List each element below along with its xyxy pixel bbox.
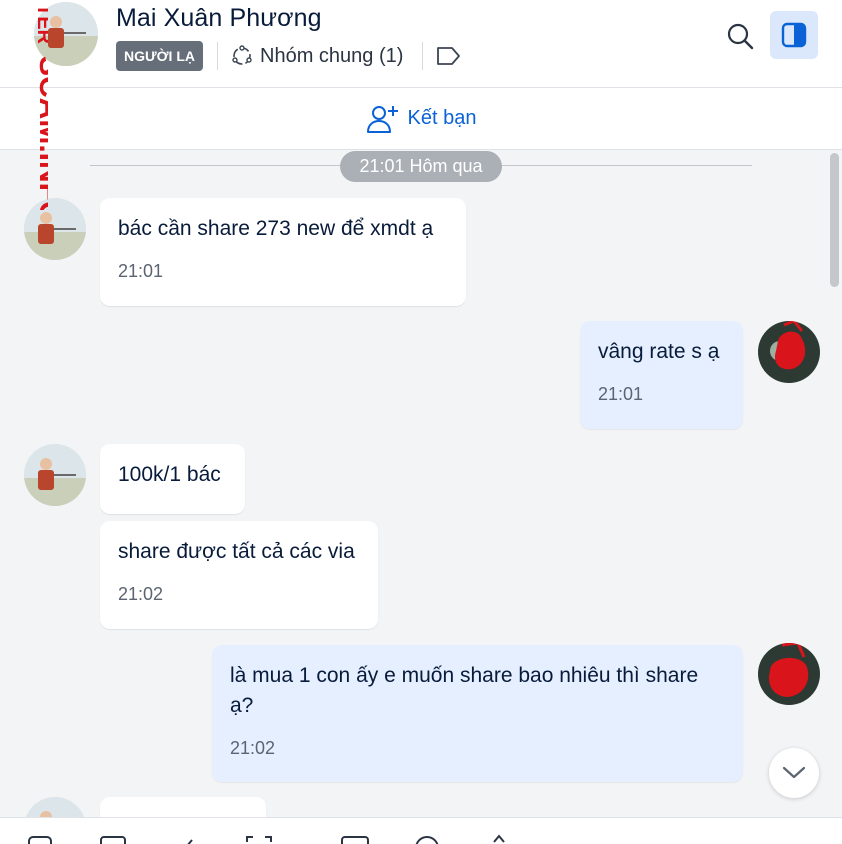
message-text: share được tất cả các via [118, 540, 355, 563]
message-bubble[interactable]: 100k/1 bác [100, 444, 245, 514]
message-text: là mua 1 con ấy e muốn share bao nhiêu t… [230, 664, 699, 717]
sticker-icon[interactable] [26, 832, 56, 844]
message-time: 21:02 [118, 584, 164, 604]
message-text: 100k/1 bác [118, 463, 221, 486]
own-avatar[interactable] [758, 643, 820, 705]
screenshot-icon[interactable] [244, 832, 274, 844]
tag-icon[interactable] [436, 45, 462, 67]
chat-scrollbar[interactable] [826, 151, 842, 817]
header-divider [422, 42, 423, 70]
contact-name[interactable]: Mai Xuân Phương [116, 4, 322, 33]
conversation-header: TER SCAM.INFO Mai Xuân Phương NGƯỜI LẠ N… [0, 0, 842, 210]
common-group-label: Nhóm chung (1) [260, 44, 404, 67]
message-time: 21:02 [230, 738, 276, 758]
message-text: vâng rate s ạ [598, 340, 720, 363]
message-time: 21:01 [118, 261, 164, 281]
sender-avatar[interactable] [24, 797, 86, 817]
composer-toolbar [0, 817, 842, 844]
sender-avatar[interactable] [24, 198, 86, 260]
sender-avatar[interactable] [24, 444, 86, 506]
stranger-badge: NGƯỜI LẠ [116, 41, 203, 71]
card-icon[interactable] [340, 832, 370, 844]
chevron-down-icon [782, 766, 806, 779]
message-time: 21:01 [598, 384, 644, 404]
search-icon[interactable] [722, 18, 758, 54]
message-bubble[interactable]: vâng rate s ạ 21:01 [580, 321, 743, 429]
add-user-icon [366, 105, 398, 133]
scroll-to-bottom-button[interactable] [769, 748, 819, 798]
panel-toggle-icon [781, 22, 807, 48]
message-text: bác cần share 273 new để xmdt ạ [118, 217, 434, 240]
common-group-link[interactable]: Nhóm chung (1) [230, 40, 403, 72]
chat-window: TER SCAM.INFO Mai Xuân Phương NGƯỜI LẠ N… [0, 0, 842, 844]
message-bubble[interactable]: là mua 1 con ấy e muốn share bao nhiêu t… [212, 645, 743, 782]
header-divider [217, 42, 218, 70]
message-bubble[interactable] [100, 797, 266, 817]
image-icon[interactable] [98, 832, 128, 844]
contact-avatar[interactable] [34, 2, 98, 66]
time-divider: 21:01 Hôm qua [340, 151, 502, 182]
attachment-icon[interactable] [172, 832, 202, 844]
more-icon[interactable] [484, 832, 514, 844]
add-friend-label: Kết bạn [407, 107, 477, 129]
scrollbar-thumb[interactable] [830, 153, 839, 287]
message-list[interactable]: 21:01 Hôm qua bác cần share 273 new để x… [0, 151, 842, 817]
add-friend-button[interactable]: Kết bạn [0, 88, 842, 150]
message-bubble[interactable]: bác cần share 273 new để xmdt ạ 21:01 [100, 198, 466, 306]
reminder-icon[interactable] [412, 832, 442, 844]
own-avatar[interactable] [758, 321, 820, 383]
message-bubble[interactable]: share được tất cả các via 21:02 [100, 521, 378, 629]
group-icon [232, 45, 252, 65]
toggle-info-panel-button[interactable] [770, 11, 818, 59]
